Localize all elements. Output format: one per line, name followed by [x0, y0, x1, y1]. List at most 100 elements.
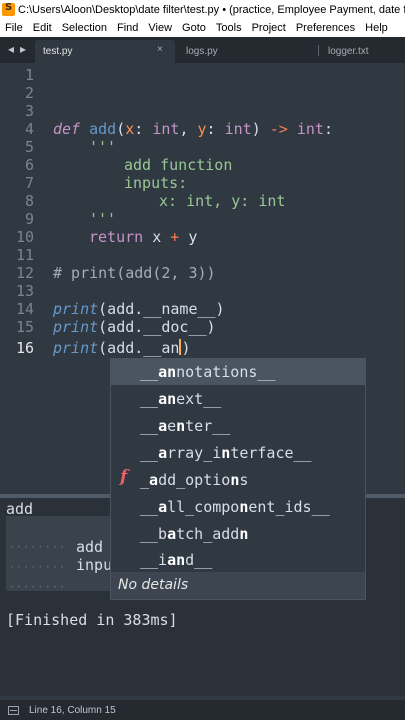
ac-text: rray_i [167, 444, 222, 462]
autocomplete-item-selected[interactable]: __annotations__ [111, 359, 365, 385]
builtin-print: print [53, 318, 99, 336]
tab-prev-icon[interactable]: ◂ [8, 42, 14, 56]
ac-match: an [167, 551, 186, 569]
autocomplete-details: No details [111, 572, 365, 599]
param-y: y [197, 120, 207, 138]
tab-test-py[interactable]: test.py × [35, 40, 175, 63]
whitespace-dots: ········ [8, 560, 66, 574]
ac-match: a [158, 417, 168, 435]
cursor-position: Line 16, Column 15 [29, 704, 116, 716]
close-icon[interactable]: × [157, 44, 163, 55]
tab-next-icon[interactable]: ▸ [20, 42, 26, 56]
ac-text: __ [140, 417, 159, 435]
ac-text: _ [140, 471, 150, 489]
title-bar: C:\Users\Aloon\Desktop\date filter\test.… [0, 0, 405, 19]
code-line-10[interactable]: return x + y [89, 228, 197, 246]
output-line: add [76, 538, 104, 556]
line-number-current: 16 [15, 339, 34, 357]
status-bar: Line 16, Column 15 [0, 700, 405, 720]
code-line-12[interactable]: # print(add(2, 3)) [53, 264, 216, 282]
autocomplete-item[interactable]: __iand__ [111, 547, 365, 573]
ac-text: __ [140, 444, 159, 462]
menu-preferences[interactable]: Preferences [291, 22, 360, 34]
colon: : [206, 120, 225, 138]
menu-find[interactable]: Find [112, 22, 143, 34]
code-line-9[interactable]: ''' [89, 210, 116, 228]
code-line-4[interactable]: def add(x: int, y: int) -> int: [53, 120, 333, 138]
line-number: 3 [24, 102, 34, 120]
ac-match: a [167, 525, 177, 543]
sublime-app-icon [2, 2, 15, 16]
code-line-8[interactable]: x: int, y: int [159, 192, 285, 210]
tab-label: logger.txt [328, 46, 369, 57]
ac-match: a [158, 444, 168, 462]
line-number: 7 [24, 174, 34, 192]
ac-match: n [239, 525, 249, 543]
ac-match: n [221, 444, 231, 462]
autocomplete-item[interactable]: f _add_options [111, 467, 365, 493]
operand-x: x [143, 228, 171, 246]
keyword-return: return [89, 228, 144, 246]
code-line-6[interactable]: add function [124, 156, 232, 174]
line-number: 13 [15, 282, 34, 300]
code-line-16[interactable]: print(add.__an) [53, 339, 190, 357]
call-args: (add.__an [98, 339, 180, 357]
menu-selection[interactable]: Selection [57, 22, 112, 34]
window-title: C:\Users\Aloon\Desktop\date filter\test.… [18, 3, 405, 16]
line-number: 14 [15, 300, 34, 318]
ac-text: d__ [185, 551, 213, 569]
ac-text: e [167, 417, 177, 435]
tab-logs-py[interactable]: logs.py [178, 40, 316, 63]
menu-edit[interactable]: Edit [28, 22, 57, 34]
param-x: x [125, 120, 135, 138]
call-args: (add.__doc__) [98, 318, 216, 336]
ac-match: an [158, 390, 177, 408]
line-number: 15 [15, 318, 34, 336]
tab-logger-txt[interactable]: logger.txt [320, 40, 405, 63]
type-int: int [152, 120, 180, 138]
keyword-def: def [53, 120, 81, 138]
ac-text: __ [140, 390, 159, 408]
autocomplete-popup[interactable]: __annotations__ __anext__ __aenter__ __a… [110, 358, 366, 600]
ac-text: ent_ids__ [248, 498, 330, 516]
return-type: int [287, 120, 324, 138]
ac-match: an [158, 363, 177, 381]
type-int: int [224, 120, 252, 138]
tab-label: test.py [43, 46, 73, 57]
autocomplete-item[interactable]: __aenter__ [111, 413, 365, 439]
line-number: 10 [15, 228, 34, 246]
builtin-print: print [53, 300, 99, 318]
menu-view[interactable]: View [143, 22, 177, 34]
autocomplete-item[interactable]: __array_interface__ [111, 440, 365, 466]
tab-bar: ◂ ▸ test.py × logs.py logger.txt [0, 37, 405, 63]
close-paren: ) [251, 120, 270, 138]
tab-separator [318, 45, 319, 56]
line-number: 5 [24, 138, 34, 156]
ac-match: a [158, 498, 168, 516]
menu-goto[interactable]: Goto [177, 22, 211, 34]
menu-file[interactable]: File [0, 22, 28, 34]
panel-toggle-icon[interactable] [8, 705, 19, 715]
code-line-14[interactable]: print(add.__name__) [53, 300, 225, 318]
operand-y: y [179, 228, 198, 246]
menu-help[interactable]: Help [360, 22, 393, 34]
ac-text: dd_optio [158, 471, 231, 489]
autocomplete-item[interactable]: __anext__ [111, 386, 365, 412]
code-line-7[interactable]: inputs: [124, 174, 187, 192]
menu-project[interactable]: Project [247, 22, 291, 34]
ac-text: __b [140, 525, 168, 543]
autocomplete-item[interactable]: __all_component_ids__ [111, 494, 365, 520]
ac-match: n [230, 471, 240, 489]
ac-text: __ [140, 498, 159, 516]
line-number: 12 [15, 264, 34, 282]
autocomplete-item[interactable]: __batch_addn [111, 521, 365, 547]
comma: , [179, 120, 198, 138]
code-line-5[interactable]: ''' [89, 138, 116, 156]
code-line-15[interactable]: print(add.__doc__) [53, 318, 216, 336]
ac-text: ll_compo [167, 498, 240, 516]
menu-tools[interactable]: Tools [211, 22, 247, 34]
ac-text: tch_add [176, 525, 240, 543]
line-number: 1 [24, 66, 34, 84]
code-editor[interactable]: 1 2 3 4 5 6 7 8 9 10 11 12 13 14 15 16 d… [0, 63, 405, 357]
line-number: 11 [15, 246, 34, 264]
